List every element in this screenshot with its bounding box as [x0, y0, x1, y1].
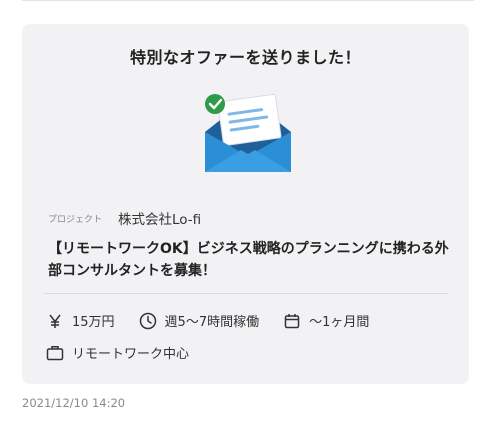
fee-value: 15万円 — [72, 315, 115, 330]
workload-item: 週5〜7時間稼働 — [139, 311, 260, 330]
project-row: プロジェクト 株式会社Lo-fi — [48, 208, 201, 228]
workload-value: 週5〜7時間稼働 — [164, 315, 260, 330]
offer-title: 特別なオファーを送りました！ — [129, 48, 361, 67]
calendar-icon — [283, 312, 301, 330]
clock-icon — [139, 312, 157, 330]
fee-item: 15万円 — [46, 311, 115, 330]
details-row: 15万円 週5〜7時間稼働 〜1ヶ月間 — [46, 311, 393, 330]
period-value: 〜1ヶ月間 — [309, 315, 370, 330]
yen-icon — [46, 312, 64, 330]
briefcase-icon — [46, 344, 64, 362]
job-title[interactable]: 【リモートワークOK】ビジネス戦略のプランニングに携わる外部コンサルタントを募集… — [48, 238, 452, 282]
company-name[interactable]: 株式会社Lo-fi — [118, 208, 201, 228]
offer-card[interactable]: 特別なオファーを送りました！ プロジェクト 株式会社Lo-fi 【リモートワーク… — [22, 24, 469, 384]
message-timestamp: 2021/12/10 14:20 — [22, 396, 126, 410]
location-row: リモートワーク中心 — [46, 343, 213, 362]
top-divider — [22, 0, 474, 1]
period-item: 〜1ヶ月間 — [283, 311, 369, 330]
location-item: リモートワーク中心 — [46, 343, 189, 362]
card-divider — [44, 293, 448, 294]
envelope-check-icon — [205, 93, 291, 172]
project-label: プロジェクト — [48, 214, 103, 225]
location-value: リモートワーク中心 — [72, 347, 190, 362]
